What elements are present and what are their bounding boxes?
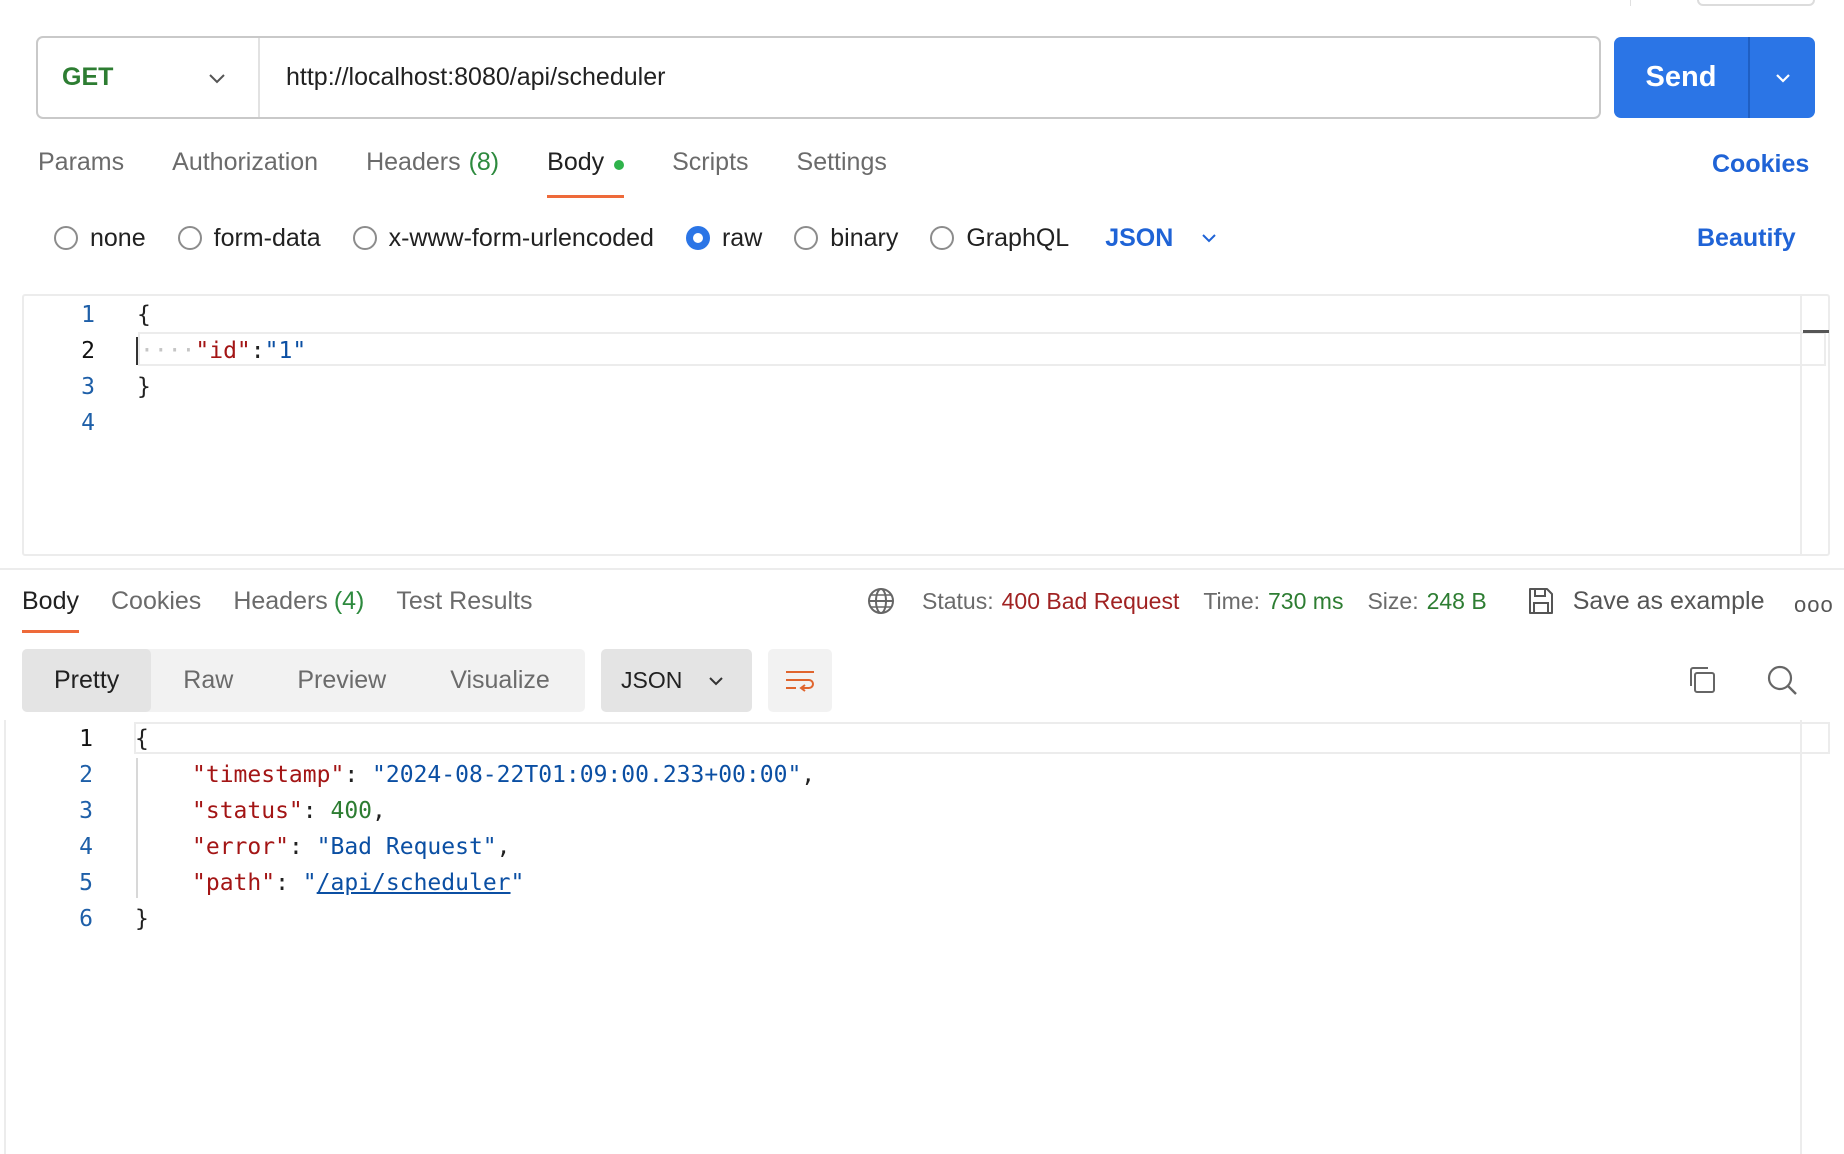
- method-label: GET: [62, 63, 114, 91]
- chevron-down-icon: [709, 676, 723, 685]
- radio-icon: [54, 226, 78, 250]
- response-tabs: Body Cookies Headers (4) Test Results: [22, 587, 565, 633]
- body-type-graphql[interactable]: GraphQL: [930, 224, 1069, 253]
- radio-icon: [177, 226, 202, 250]
- pane-divider[interactable]: [0, 568, 1844, 570]
- line-number: 1: [81, 302, 95, 328]
- code-open-brace: {: [137, 302, 151, 328]
- code-line: "path": "/api/scheduler": [192, 870, 525, 896]
- save-icon: [1528, 588, 1553, 614]
- send-button[interactable]: Send: [1614, 37, 1750, 118]
- response-viewer-scrollbar[interactable]: [1800, 720, 1802, 1154]
- send-button-group: Send: [1614, 37, 1815, 118]
- view-mode-pretty[interactable]: Pretty: [22, 649, 152, 712]
- radio-icon: [794, 226, 819, 250]
- tab-scripts[interactable]: Scripts: [672, 148, 748, 198]
- code-close-brace: }: [135, 906, 149, 932]
- top-control-remnant[interactable]: [1697, 0, 1815, 6]
- code-close-brace: }: [137, 374, 151, 400]
- globe-icon[interactable]: [866, 586, 896, 616]
- modified-dot-icon: [614, 160, 625, 170]
- size-value: 248 B: [1426, 587, 1487, 614]
- beautify-button[interactable]: Beautify: [1697, 224, 1796, 253]
- radio-icon: [352, 226, 377, 250]
- text-caret: [136, 337, 138, 365]
- code-line: "status": 400,: [192, 798, 386, 824]
- radio-checked-icon: [685, 226, 710, 250]
- body-language-select[interactable]: JSON: [1105, 224, 1219, 253]
- active-line-highlight: [134, 722, 1830, 754]
- chevron-down-icon: [209, 73, 225, 83]
- save-as-example-button[interactable]: Save as example: [1527, 586, 1764, 616]
- tab-body[interactable]: Body: [547, 148, 625, 198]
- request-tabs: Params Authorization Headers (8) Body Scr…: [38, 148, 935, 198]
- copy-icon[interactable]: [1686, 664, 1718, 696]
- code-open-brace: {: [135, 726, 149, 752]
- wrap-lines-icon: [786, 670, 814, 692]
- tab-response-headers[interactable]: Headers (4): [233, 587, 364, 633]
- line-number: 4: [79, 834, 93, 860]
- view-mode-segmented: Pretty Raw Preview Visualize: [22, 649, 585, 712]
- chevron-down-icon: [1775, 73, 1790, 83]
- line-number: 2: [81, 338, 95, 364]
- scrollbar-thumb[interactable]: [1803, 330, 1829, 333]
- time-readout[interactable]: Time: 730 ms: [1203, 588, 1343, 615]
- line-number: 2: [79, 762, 93, 788]
- tab-response-cookies[interactable]: Cookies: [111, 587, 201, 633]
- view-mode-raw[interactable]: Raw: [151, 649, 265, 712]
- view-mode-visualize[interactable]: Visualize: [418, 649, 582, 712]
- view-mode-preview[interactable]: Preview: [265, 649, 418, 712]
- body-type-raw[interactable]: raw: [685, 224, 762, 253]
- tab-authorization[interactable]: Authorization: [172, 148, 318, 198]
- line-number: 4: [81, 410, 95, 436]
- status-readout[interactable]: Status: 400 Bad Request: [922, 588, 1179, 615]
- tab-response-body[interactable]: Body: [22, 587, 79, 633]
- url-bar: GET http://localhost:8080/api/scheduler: [36, 36, 1601, 119]
- more-options-icon[interactable]: ooo: [1794, 592, 1834, 618]
- response-language-select[interactable]: JSON: [601, 649, 752, 712]
- wrap-lines-button[interactable]: [768, 649, 832, 712]
- line-number: 6: [79, 906, 93, 932]
- line-number: 3: [79, 798, 93, 824]
- tab-settings[interactable]: Settings: [797, 148, 887, 198]
- code-line: ····"id":"1": [140, 338, 307, 364]
- status-value: 400 Bad Request: [1001, 587, 1180, 614]
- response-meta: Status: 400 Bad Request Time: 730 ms Size:…: [866, 584, 1764, 618]
- send-options-button[interactable]: [1750, 37, 1815, 118]
- code-line: "timestamp": "2024-08-22T01:09:00.233+00…: [192, 762, 816, 788]
- indent-guide: [136, 758, 138, 898]
- tab-headers[interactable]: Headers (8): [366, 148, 499, 198]
- line-number: 3: [81, 374, 95, 400]
- headers-count: (8): [468, 148, 500, 176]
- code-line: "error": "Bad Request",: [192, 834, 511, 860]
- body-type-urlencoded[interactable]: x-www-form-urlencoded: [352, 224, 654, 253]
- body-type-selector: none form-data x-www-form-urlencoded raw…: [54, 222, 1219, 254]
- time-value: 730 ms: [1268, 587, 1344, 614]
- headers-count: (4): [333, 587, 365, 615]
- search-icon[interactable]: [1765, 663, 1799, 697]
- request-editor-scrollbar[interactable]: [1800, 296, 1828, 554]
- active-line-highlight: [138, 332, 1826, 366]
- url-input[interactable]: http://localhost:8080/api/scheduler: [260, 63, 665, 92]
- cookies-link[interactable]: Cookies: [1712, 150, 1809, 179]
- body-type-none[interactable]: none: [54, 224, 146, 253]
- radio-icon: [930, 226, 955, 250]
- body-type-binary[interactable]: binary: [794, 224, 898, 253]
- body-type-form-data[interactable]: form-data: [177, 224, 321, 253]
- tab-test-results[interactable]: Test Results: [396, 587, 532, 633]
- top-divider: [1630, 0, 1631, 6]
- line-number: 5: [79, 870, 93, 896]
- tab-params[interactable]: Params: [38, 148, 124, 198]
- size-readout[interactable]: Size: 248 B: [1367, 588, 1486, 615]
- method-select[interactable]: GET: [38, 38, 260, 117]
- chevron-down-icon: [1202, 234, 1217, 243]
- line-number: 1: [79, 726, 93, 752]
- path-link[interactable]: /api/scheduler: [317, 870, 511, 896]
